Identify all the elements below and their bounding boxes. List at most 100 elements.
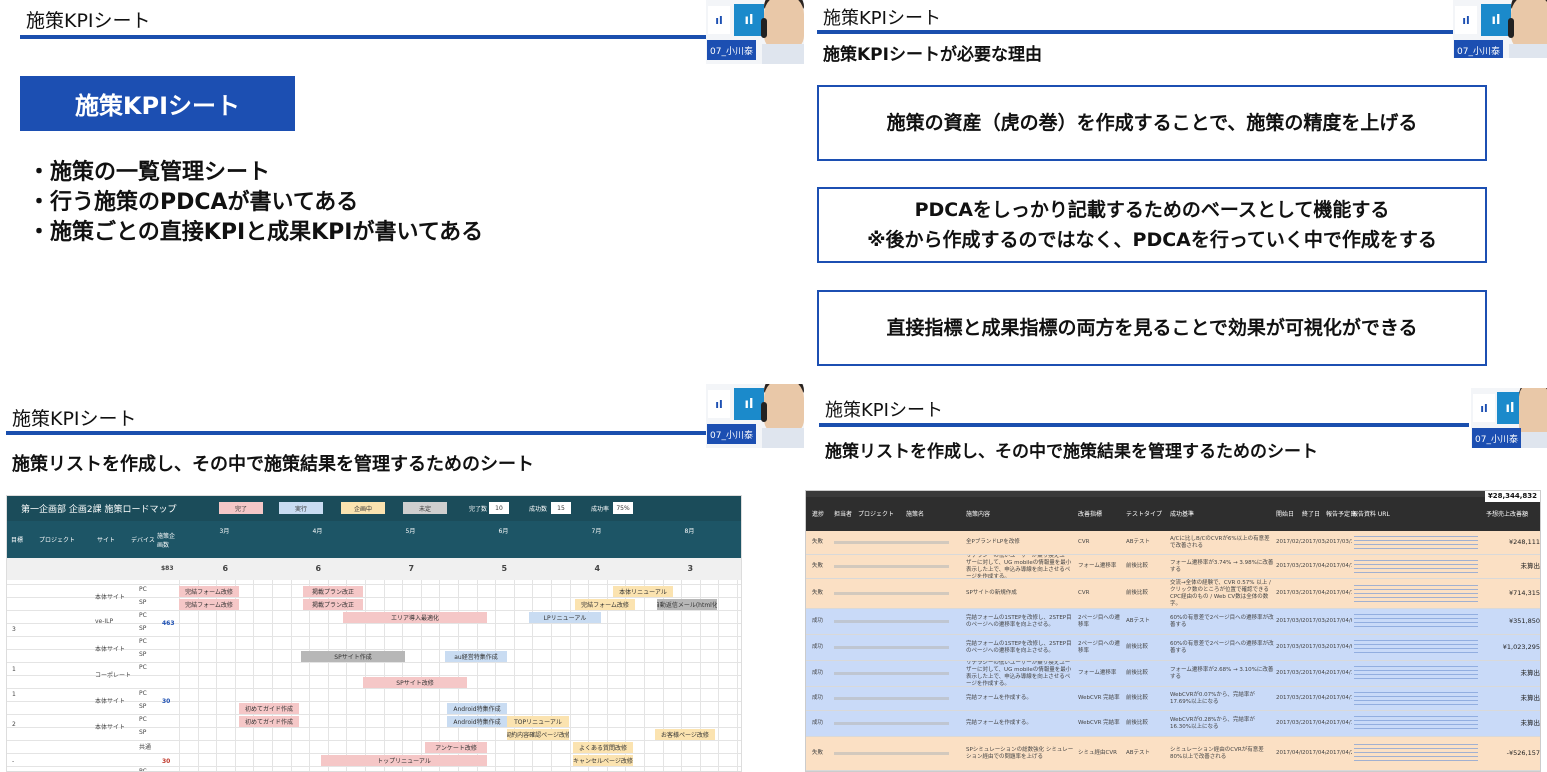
month-total-band: $83 6 6 7 5 4 3	[7, 558, 741, 580]
column-header: 報告資料 URL	[1352, 511, 1390, 518]
plan-count: 30	[162, 698, 171, 705]
roadmap-bar[interactable]: 初めてガイド作成	[239, 703, 299, 714]
roadmap-bar[interactable]: au経営特集作成	[445, 651, 507, 662]
grid-line	[569, 580, 571, 771]
slide-title: 施策KPIシート	[26, 10, 151, 32]
grid-line	[383, 580, 385, 771]
report-url-link[interactable]	[1354, 531, 1478, 554]
roadmap-bar[interactable]: よくある質問改修	[573, 742, 633, 753]
roadmap-bar[interactable]: SPサイト作成	[301, 651, 405, 662]
table-row[interactable]: 成功 完結フォームを作成する。 WebCVR 完結率 前後比較 WebCVRが0.07%…	[806, 687, 1541, 711]
month-header: 8月	[684, 528, 695, 535]
slide-thumbnail-4[interactable]: 施策KPIシート 施策リストを作成し、その中で施策結果を管理するためのシート ı…	[805, 382, 1547, 772]
cell-report: 2017/04/13	[1326, 695, 1352, 701]
roadmap-bar[interactable]: キャンセルページ改修	[573, 755, 633, 766]
title-rule	[819, 423, 1469, 427]
site-cell: 本体サイト	[95, 724, 126, 731]
roadmap-bar[interactable]: SPサイト改修	[363, 677, 467, 688]
title-rule	[817, 30, 1457, 34]
report-url-link[interactable]	[1354, 609, 1478, 634]
status-chip-undecided: 未定	[403, 502, 447, 514]
roadmap-bar[interactable]: アンケート改修	[425, 742, 487, 753]
report-url-link[interactable]	[1354, 579, 1478, 608]
slide-thumbnail-1[interactable]: 施策KPIシート ıl ıl 07_小川泰 施策KPIシート ・施策の一覧管理シ…	[0, 0, 805, 382]
redacted-cell	[834, 711, 962, 736]
slide-title: 施策KPIシート	[825, 400, 943, 421]
cell-content: 全PブランドLPを改修	[966, 539, 1020, 545]
site-cell: ve-ILP	[95, 618, 114, 625]
table-row[interactable]: 成功 完結フォームの1STEPを改修し、2STEP目のページへの遷移率を向上させる…	[806, 635, 1540, 661]
table-row[interactable]: 成功 完結フォームを作成する。 WebCVR 完結率 前後比較 WebCVRが0.28%…	[806, 711, 1540, 737]
table-row[interactable]: 失敗 SPシミュレーションの総数強化 シミュレーション経由での問題率を上げる シミュ…	[806, 737, 1540, 771]
roadmap-spreadsheet[interactable]: 第一企画部 企画2課 施策ロードマップ 完了 実行 企画中 未定 完了数 10 …	[6, 495, 742, 772]
slide-thumbnail-2[interactable]: 施策KPIシート 施策KPIシートが必要な理由 ıl ıl 07_小川泰 施策の…	[805, 0, 1547, 382]
roadmap-bar[interactable]: 初めてガイド作成	[239, 716, 299, 727]
report-url-link[interactable]	[1354, 555, 1478, 578]
cell-status: 成功	[812, 695, 824, 701]
presenter-name-tag: 07_小川泰	[707, 40, 756, 60]
goal-cell: 2	[12, 721, 16, 728]
table-row[interactable]: 失敗 全PブランドLPを改修 CVR ABテスト A/Cに比しB/CのCVRが6%以上の…	[806, 531, 1540, 555]
cell-metric: WebCVR 完結率	[1078, 720, 1120, 726]
grid-line	[737, 580, 738, 771]
roadmap-bar[interactable]: トップリニューアル	[321, 755, 487, 766]
column-header: 予想売上改善額	[1486, 511, 1529, 518]
roadmap-bar[interactable]: LPリニューアル	[529, 612, 601, 623]
roadmap-bar[interactable]: お客様ページ改修	[655, 729, 715, 740]
column-header: プロジェクト	[39, 537, 76, 544]
bullet-item: ・施策ごとの直接KPIと成果KPIが書いてある	[28, 220, 484, 245]
grid-line	[7, 636, 741, 637]
cell-end: 2017/04/07	[1302, 670, 1326, 676]
title-rule	[6, 431, 706, 435]
cell-status: 失敗	[812, 590, 824, 596]
roadmap-bar[interactable]: 本体リニューアル	[613, 586, 673, 597]
cell-amount: 未算出	[1520, 694, 1541, 702]
table-row[interactable]: 失敗 SPサイトの新規作成 CVR 前後比較 交流→全体の経験で、CVR 0.57% 以…	[806, 579, 1540, 609]
roadmap-bar[interactable]: Android特集作成	[447, 703, 507, 714]
column-header: 進捗	[812, 511, 825, 518]
redacted-cell	[834, 687, 962, 710]
cell-end: 2017/04/25	[1302, 750, 1326, 756]
table-row[interactable]: 成功 リテラシーの低いユーザーが乗り換えユーザーに対して、UG mobileの情報…	[806, 661, 1540, 687]
column-header: 施策企画数	[157, 533, 176, 549]
cell-criteria: WebCVRが0.28%から、完結率が16.30%以上になる	[1170, 716, 1255, 730]
report-url-link[interactable]	[1354, 737, 1478, 770]
report-url-link[interactable]	[1354, 711, 1478, 736]
cell-status: 成功	[812, 644, 824, 650]
cell-content: リテラシーの低いユーザーが乗り換えユーザーに対して、UG mobileの情報量を…	[966, 555, 1072, 578]
roadmap-bar[interactable]: エリア導入最適化	[343, 612, 487, 623]
kpi-spreadsheet[interactable]: 進捗 担当者 プロジェクト 施策名 施策内容 改善指標 テストタイプ 成功基準 開始日 終了日 報告…	[805, 490, 1541, 772]
report-url-link[interactable]	[1354, 687, 1478, 710]
roadmap-bar[interactable]: 完結フォーム改修	[179, 599, 239, 610]
chart-logo-icon: ıl	[708, 6, 730, 34]
bullet-list: ・施策の一覧管理シート ・行う施策のPDCAが書いてある ・施策ごとの直接KPI…	[28, 158, 483, 248]
roadmap-bar[interactable]: 完結フォーム改修	[575, 599, 635, 610]
roadmap-bar[interactable]: 掲載プラン改正	[303, 599, 363, 610]
report-url-link[interactable]	[1354, 661, 1478, 686]
cell-status: 成功	[812, 618, 824, 624]
roadmap-bar[interactable]: 契約内容確認ページ改修	[507, 729, 569, 740]
sheet-column-header: 進捗 担当者 プロジェクト 施策名 施策内容 改善指標 テストタイプ 成功基準 開始日 終了日 報告…	[806, 491, 1540, 531]
roadmap-bar[interactable]: Android特集作成	[447, 716, 507, 727]
cell-end: 2017/04/06	[1302, 695, 1326, 701]
report-url-link[interactable]	[1354, 635, 1478, 660]
reason-box-3: 直接指標と成果指標の両方を見ることで効果が可視化ができる	[817, 290, 1487, 366]
cell-end: 2017/04/10	[1302, 590, 1326, 596]
slide-thumbnail-3[interactable]: 施策KPIシート 施策リストを作成し、その中で施策結果を管理するためのシート ı…	[0, 382, 805, 772]
cell-test: 前後比較	[1126, 720, 1149, 726]
device-cell: PC	[139, 612, 147, 619]
reason-text: 施策の資産（虎の巻）を作成することで、施策の精度を上げる	[886, 112, 1418, 134]
table-row[interactable]: 失敗 リテラシーの低いユーザーが乗り換えユーザーに対して、UG mobileの情報…	[806, 555, 1540, 579]
bullet-item: ・施策の一覧管理シート	[28, 160, 271, 185]
total-plans: $83	[161, 565, 174, 572]
presenter-name-tag: 07_小川泰	[1472, 428, 1521, 448]
slide-subtitle: 施策KPIシートが必要な理由	[823, 45, 1042, 65]
bullet-item: ・行う施策のPDCAが書いてある	[28, 190, 359, 215]
roadmap-bar[interactable]: 完結フォーム改修	[179, 586, 239, 597]
roadmap-bar[interactable]: 自動返信メール(html化)	[657, 599, 717, 610]
table-row[interactable]: 成功 完結フォームの1STEPを改修し、2STEP目のページへの遷移率を向上させる…	[806, 609, 1540, 635]
roadmap-bar[interactable]: TOPリニューアル	[507, 716, 569, 727]
cell-amount: ¥351,850	[1508, 617, 1540, 625]
cell-metric: フォーム遷移率	[1078, 670, 1117, 676]
roadmap-bar[interactable]: 掲載プラン改正	[303, 586, 363, 597]
